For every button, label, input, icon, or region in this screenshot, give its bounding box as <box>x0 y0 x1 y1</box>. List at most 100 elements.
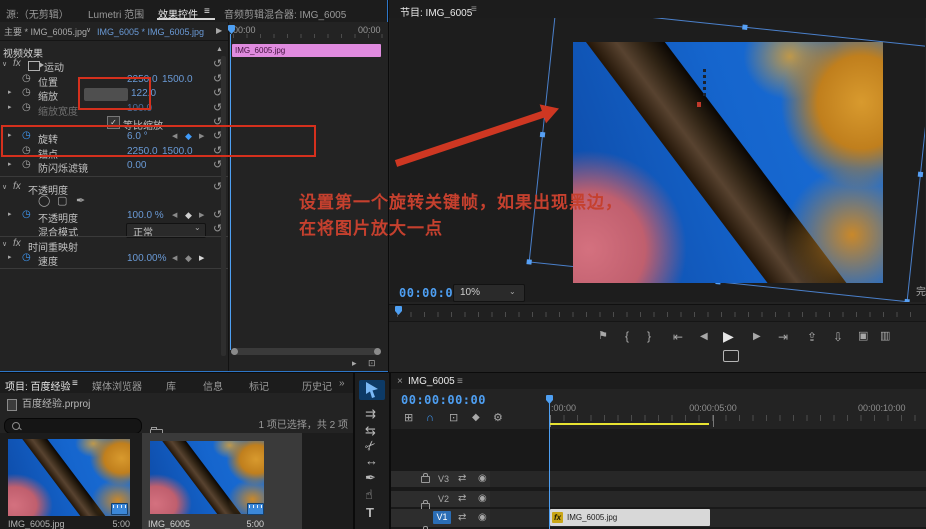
twirl-opacity-group-icon[interactable]: ∨ <box>2 184 7 191</box>
ellipse-mask-icon[interactable]: ◯ <box>38 196 50 207</box>
pen-mask-icon[interactable]: ✒ <box>76 196 85 207</box>
sync-lock-icon[interactable]: ⇄ <box>458 494 466 504</box>
clip-item-name[interactable]: IMG_6005.jpg <box>8 519 65 529</box>
prev-keyframe-icon[interactable]: ◀ <box>172 212 177 219</box>
search-input[interactable] <box>4 418 142 434</box>
next-keyframe-icon[interactable]: ▶ <box>199 255 204 262</box>
twirl-scale-width-icon[interactable]: ▸ <box>8 104 12 111</box>
transform-handle[interactable] <box>918 171 923 176</box>
type-tool[interactable]: T <box>366 506 374 519</box>
stopwatch-opacity-icon[interactable]: ◷ <box>22 210 31 220</box>
filmstrip-badge-icon[interactable] <box>111 503 128 515</box>
twirl-scale-icon[interactable]: ▸ <box>8 89 12 96</box>
more-tabs-icon[interactable]: » <box>339 378 345 389</box>
transform-handle[interactable] <box>904 299 909 302</box>
export-panel-icon[interactable]: ⊡ <box>368 359 376 368</box>
razor-tool[interactable]: ✂ <box>362 437 379 454</box>
extract-icon[interactable]: ⇩ <box>833 331 843 343</box>
opacity-value[interactable]: 100.0 % <box>127 210 164 221</box>
chevron-down-icon[interactable]: ∨ <box>86 27 91 34</box>
timeline-settings-icon[interactable]: ⚙ <box>493 413 503 424</box>
transform-handle[interactable] <box>742 24 747 29</box>
twirl-motion-icon[interactable]: ∨ <box>2 61 7 68</box>
stopwatch-scale-icon[interactable]: ◷ <box>22 88 31 98</box>
zoom-level-value[interactable]: 10% <box>460 287 480 299</box>
transform-handle[interactable] <box>540 131 545 136</box>
next-keyframe-icon[interactable]: ▶ <box>199 212 204 219</box>
twirl-timeremap-icon[interactable]: ∨ <box>2 241 7 248</box>
scrollbar-handle-left[interactable] <box>231 348 238 355</box>
track-select-forward-tool[interactable]: ⇉ <box>365 407 376 420</box>
slip-tool[interactable]: ↔ <box>365 454 378 467</box>
mini-timeline-clip[interactable]: IMG_6005.jpg <box>232 44 381 57</box>
nest-insert-icon[interactable]: ⊞ <box>404 413 413 424</box>
add-marker-icon[interactable]: ◆ <box>472 413 480 423</box>
tab-program-monitor[interactable]: 节目: IMG_6005 <box>400 4 472 19</box>
timeremap-group-label[interactable]: 时间重映射 <box>28 239 78 254</box>
track-output-eye-icon[interactable]: ◉ <box>478 494 487 504</box>
twirl-antiflicker-icon[interactable]: ▸ <box>8 161 12 168</box>
panel-menu-icon[interactable]: ≡ <box>471 4 477 15</box>
timeline-playhead-line[interactable] <box>549 403 550 529</box>
track-label-v3[interactable]: V3 <box>438 474 449 484</box>
mini-scrollbar[interactable] <box>231 348 381 355</box>
mark-out-icon[interactable]: } <box>647 330 651 342</box>
transform-handle[interactable] <box>526 259 531 264</box>
motion-label[interactable]: 运动 <box>44 59 64 74</box>
track-label-v2[interactable]: V2 <box>438 494 449 504</box>
prev-keyframe-icon[interactable]: ◀ <box>172 255 177 262</box>
step-back-icon[interactable]: ◀ <box>700 332 708 342</box>
go-to-in-icon[interactable]: ⇤ <box>673 331 683 343</box>
scrollbar-handle-right[interactable] <box>374 348 381 355</box>
project-file-name[interactable]: 百度经验.prproj <box>22 399 90 411</box>
play-button[interactable]: ▶ <box>723 329 734 343</box>
keyframe-diamond-icon[interactable]: ◆ <box>185 211 192 220</box>
dropdown-chevron-icon[interactable]: ⌄ <box>509 288 516 296</box>
track-lane-v3[interactable] <box>490 471 926 487</box>
track-lane-v2[interactable] <box>490 491 926 507</box>
panel-menu-icon[interactable]: ≡ <box>72 378 78 389</box>
effect-scrollbar-vertical[interactable] <box>221 56 226 356</box>
hand-tool[interactable]: ☝ <box>365 488 373 501</box>
selection-tool[interactable] <box>365 382 379 398</box>
stopwatch-speed-icon[interactable]: ◷ <box>22 253 31 263</box>
sync-lock-icon[interactable]: ⇄ <box>458 513 466 523</box>
ripple-edit-tool[interactable]: ⇆ <box>365 424 376 437</box>
mini-playhead-line[interactable] <box>230 34 231 350</box>
pen-tool[interactable]: ✒ <box>365 471 376 484</box>
track-output-eye-icon[interactable]: ◉ <box>478 513 487 523</box>
timeline-timecode[interactable]: 00:00:00:00 <box>401 393 486 407</box>
fit-level-clipped[interactable]: 完 <box>916 287 926 299</box>
antiflicker-value[interactable]: 0.00 <box>127 160 146 171</box>
panel-menu-icon[interactable]: ≡ <box>204 6 210 17</box>
track-lock-icon[interactable] <box>421 476 430 483</box>
export-frame-icon[interactable]: ▣ <box>858 331 868 342</box>
track-output-eye-icon[interactable]: ◉ <box>478 474 487 484</box>
snap-magnet-icon[interactable]: ∩ <box>426 413 434 424</box>
twirl-opacity-icon[interactable]: ▸ <box>8 211 12 218</box>
stopwatch-position-icon[interactable]: ◷ <box>22 74 31 84</box>
timeline-clip[interactable]: fx IMG_6005.jpg <box>550 509 710 526</box>
sequence-reference[interactable]: IMG_6005 * IMG_6005.jpg <box>97 27 204 38</box>
tab-lumetri[interactable]: Lumetri 范围 <box>88 6 144 21</box>
monitor-settings-icon[interactable] <box>723 350 739 362</box>
position-y-value[interactable]: 1500.0 <box>162 74 193 85</box>
tab-source[interactable]: 源:（无剪辑） <box>6 6 69 21</box>
tab-libraries[interactable]: 库 <box>166 378 176 393</box>
sync-lock-icon[interactable]: ⇄ <box>458 474 466 484</box>
close-tab-icon[interactable]: × <box>397 376 403 387</box>
tab-markers[interactable]: 标记 <box>249 378 269 393</box>
step-forward-icon[interactable]: ▶ <box>753 332 761 342</box>
tab-info[interactable]: 信息 <box>203 378 223 393</box>
dropdown-chevron-icon[interactable]: ⌄ <box>194 224 201 232</box>
tab-media-browser[interactable]: 媒体浏览器 <box>92 378 142 393</box>
tab-project[interactable]: 项目: 百度经验 <box>5 378 71 393</box>
twirl-speed-icon[interactable]: ▸ <box>8 254 12 261</box>
linked-selection-icon[interactable]: ⊡ <box>449 413 458 424</box>
track-label-v1[interactable]: V1 <box>433 511 451 524</box>
scroll-up-icon[interactable]: ▲ <box>216 46 223 53</box>
program-viewer[interactable] <box>390 18 925 302</box>
stopwatch-antiflicker-icon[interactable]: ◷ <box>22 160 31 170</box>
tab-audio-mixer[interactable]: 音频剪辑混合器: IMG_6005 <box>224 6 346 21</box>
speed-value[interactable]: 100.00% <box>127 253 166 264</box>
